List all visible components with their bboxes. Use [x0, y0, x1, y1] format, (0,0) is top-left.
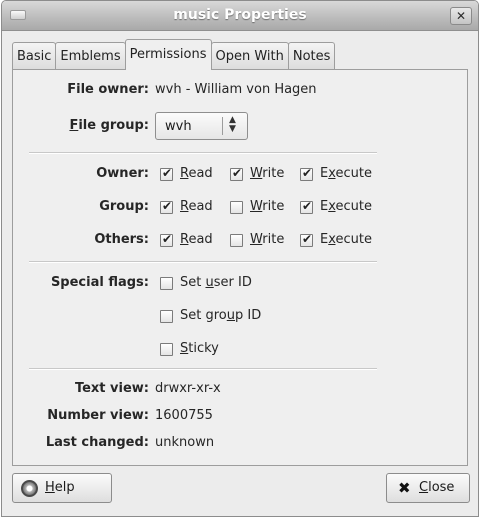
others-write-checkbox[interactable] — [230, 234, 243, 247]
file-group-value: wvh — [165, 119, 192, 134]
others-write-label[interactable]: Write — [250, 232, 284, 247]
group-read-label[interactable]: Read — [180, 199, 213, 214]
number-view-value: 1600755 — [155, 408, 213, 423]
separator — [29, 368, 377, 370]
permissions-panel: File owner: wvh - William von Hagen File… — [12, 69, 468, 466]
group-read-checkbox[interactable] — [160, 199, 173, 214]
tab-permissions[interactable]: Permissions — [124, 39, 212, 70]
others-read-label[interactable]: Read — [180, 232, 213, 247]
sticky-checkbox[interactable] — [160, 343, 173, 356]
last-changed-label: Last changed: — [45, 435, 149, 450]
window-close-button[interactable]: ✕ — [450, 7, 472, 25]
properties-window: music Properties ✕ Basic Emblems Permiss… — [1, 0, 479, 517]
others-execute-label[interactable]: Execute — [320, 232, 372, 247]
separator — [29, 261, 377, 263]
set-group-id-label[interactable]: Set group ID — [180, 308, 261, 323]
tab-open-with[interactable]: Open With — [210, 42, 289, 70]
combo-separator — [222, 117, 223, 135]
tab-basic[interactable]: Basic — [12, 42, 57, 70]
special-flags-label: Special flags: — [50, 275, 149, 290]
help-lifebuoy-icon — [21, 480, 38, 497]
set-user-id-label[interactable]: Set user ID — [180, 275, 252, 290]
separator — [29, 152, 377, 154]
up-down-arrows-icon: ▲ ▼ — [229, 115, 236, 134]
number-view-label: Number view: — [47, 408, 149, 423]
text-view-value: drwxr-xr-x — [155, 381, 221, 396]
owner-write-checkbox[interactable] — [230, 166, 243, 181]
file-group-label: File group: — [69, 118, 149, 133]
last-changed-value: unknown — [155, 435, 215, 450]
help-button-label: Help — [45, 480, 75, 495]
owner-execute-label[interactable]: Execute — [320, 166, 372, 181]
owner-execute-checkbox[interactable] — [300, 166, 313, 181]
help-button[interactable]: Help — [12, 473, 112, 503]
others-read-checkbox[interactable] — [160, 232, 173, 247]
close-button[interactable]: ✖ Close — [386, 473, 470, 503]
file-owner-value: wvh - William von Hagen — [155, 82, 317, 97]
tab-emblems[interactable]: Emblems — [55, 42, 126, 70]
close-button-label: Close — [419, 480, 455, 495]
set-group-id-checkbox[interactable] — [160, 310, 173, 323]
file-owner-label: File owner: — [67, 82, 149, 97]
title-bar[interactable]: music Properties ✕ — [2, 1, 478, 31]
owner-read-checkbox[interactable] — [160, 166, 173, 181]
owner-write-label[interactable]: Write — [250, 166, 284, 181]
group-label: Group: — [99, 199, 149, 214]
tab-bar: Basic Emblems Permissions Open With Note… — [12, 39, 336, 70]
close-x-icon: ✖ — [398, 479, 411, 497]
others-execute-checkbox[interactable] — [300, 232, 313, 247]
others-label: Others: — [94, 232, 149, 247]
file-group-combo[interactable]: wvh ▲ ▼ — [155, 112, 248, 140]
owner-read-label[interactable]: Read — [180, 166, 213, 181]
window-title: music Properties — [173, 7, 307, 23]
owner-label: Owner: — [96, 166, 149, 181]
set-user-id-checkbox[interactable] — [160, 277, 173, 290]
tab-notes[interactable]: Notes — [287, 42, 336, 70]
group-execute-label[interactable]: Execute — [320, 199, 372, 214]
group-write-checkbox[interactable] — [230, 201, 243, 214]
group-execute-checkbox[interactable] — [300, 199, 313, 214]
group-write-label[interactable]: Write — [250, 199, 284, 214]
sticky-label[interactable]: Sticky — [180, 341, 219, 356]
text-view-label: Text view: — [74, 381, 149, 396]
